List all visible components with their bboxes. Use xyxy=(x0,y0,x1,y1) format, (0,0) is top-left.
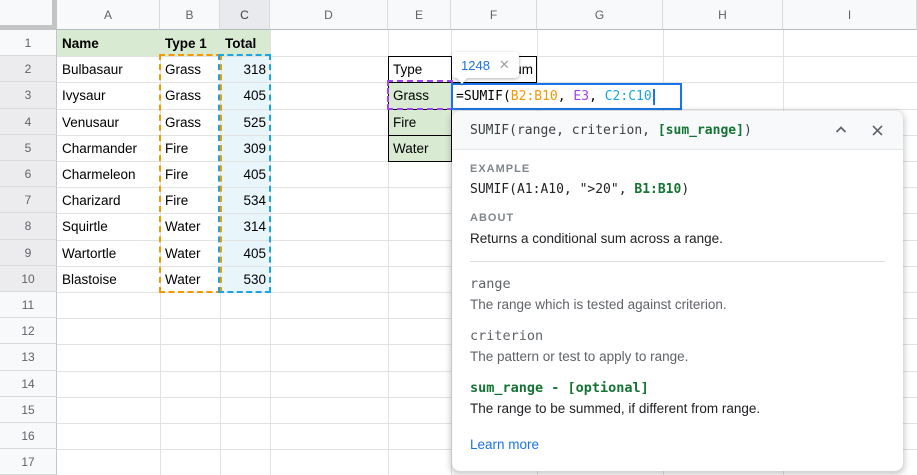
popup-body: EXAMPLE SUMIF(A1:A10, ">20", B1:B10) ABO… xyxy=(452,150,903,454)
row-header-10[interactable]: 10 xyxy=(0,266,57,292)
cell-A2[interactable]: Bulbasaur xyxy=(62,57,158,83)
cell-A10[interactable]: Blastoise xyxy=(62,267,158,293)
function-signature: SUMIF(range, criterion, [sum_range]) xyxy=(470,123,815,138)
formula-text: =SUMIF(B2:B10, E3, C2:C10 xyxy=(456,89,652,104)
function-help-popup: SUMIF(range, criterion, [sum_range]) EXA… xyxy=(452,111,903,471)
cell-A9[interactable]: Wartortle xyxy=(62,241,158,267)
cell-A3[interactable]: Ivysaur xyxy=(62,83,158,109)
param-name: sum_range - [optional] xyxy=(470,380,885,396)
cell-A1[interactable]: Name xyxy=(62,31,157,57)
formula-token: C2:C10 xyxy=(605,89,652,104)
row-header-16[interactable]: 16 xyxy=(0,423,57,449)
formula-token: E3 xyxy=(573,89,589,104)
row-header-11[interactable]: 11 xyxy=(0,292,57,318)
chip-pointer xyxy=(456,77,468,84)
range-border-C2-C10 xyxy=(218,54,271,293)
column-header-I[interactable]: I xyxy=(783,0,917,30)
about-text: Returns a conditional sum across a range… xyxy=(470,230,885,248)
param-description: The range which is tested against criter… xyxy=(470,296,885,314)
formula-result-preview: 1248 ✕ xyxy=(452,52,519,78)
cell-A6[interactable]: Charmeleon xyxy=(62,162,158,188)
row-header-4[interactable]: 4 xyxy=(0,109,57,135)
cell-A4[interactable]: Venusaur xyxy=(62,110,158,136)
column-header-A[interactable]: A xyxy=(57,0,160,30)
collapse-icon[interactable] xyxy=(831,120,851,140)
column-header-D[interactable]: D xyxy=(270,0,388,30)
close-icon[interactable] xyxy=(867,120,887,140)
formula-token: =SUMIF( xyxy=(456,89,511,104)
cell-A5[interactable]: Charmander xyxy=(62,136,158,162)
formula-token: B2:B10 xyxy=(511,89,558,104)
column-header-E[interactable]: E xyxy=(388,0,451,30)
row-header-1[interactable]: 1 xyxy=(0,30,57,56)
active-reference-E3 xyxy=(387,80,453,110)
row-header-17[interactable]: 17 xyxy=(0,449,57,475)
cell-E4[interactable]: Fire xyxy=(393,110,448,136)
param-name: range xyxy=(470,276,885,292)
text-cursor xyxy=(653,89,655,105)
example-label: EXAMPLE xyxy=(470,163,885,175)
spreadsheet-app: ABCDEFGHI1234567891011121314151617NameTy… xyxy=(0,0,917,475)
row-header-8[interactable]: 8 xyxy=(0,213,57,240)
row-header-6[interactable]: 6 xyxy=(0,161,57,187)
row-header-3[interactable]: 3 xyxy=(0,82,57,109)
cell-A7[interactable]: Charizard xyxy=(62,188,158,214)
row-header-5[interactable]: 5 xyxy=(0,135,57,161)
param-name: criterion xyxy=(470,328,885,344)
formula-input[interactable]: =SUMIF(B2:B10, E3, C2:C10 xyxy=(451,83,682,110)
example-code: SUMIF(A1:A10, ">20", B1:B10) xyxy=(470,182,885,197)
row-header-12[interactable]: 12 xyxy=(0,318,57,344)
column-header-C[interactable]: C xyxy=(220,0,270,30)
popup-header: SUMIF(range, criterion, [sum_range]) xyxy=(452,111,903,150)
row-header-2[interactable]: 2 xyxy=(0,56,57,82)
formula-result-value: 1248 xyxy=(461,58,490,73)
param-description: The pattern or test to apply to range. xyxy=(470,348,885,366)
learn-more-link[interactable]: Learn more xyxy=(470,437,539,452)
range-border-B2-B10 xyxy=(159,54,222,293)
column-header-F[interactable]: F xyxy=(451,0,537,30)
column-header-G[interactable]: G xyxy=(537,0,663,30)
cell-A8[interactable]: Squirtle xyxy=(62,214,158,240)
row-header-9[interactable]: 9 xyxy=(0,240,57,266)
select-all-corner[interactable] xyxy=(0,0,57,30)
row-header-13[interactable]: 13 xyxy=(0,344,57,371)
divider xyxy=(470,261,885,262)
column-header-B[interactable]: B xyxy=(160,0,220,30)
row-header-14[interactable]: 14 xyxy=(0,371,57,397)
about-label: ABOUT xyxy=(470,212,885,224)
formula-token: , xyxy=(558,89,574,104)
close-icon[interactable]: ✕ xyxy=(499,57,510,73)
param-description: The range to be summed, if different fro… xyxy=(470,400,885,418)
row-header-15[interactable]: 15 xyxy=(0,397,57,423)
formula-token: , xyxy=(589,89,605,104)
column-header-H[interactable]: H xyxy=(663,0,783,30)
row-header-7[interactable]: 7 xyxy=(0,187,57,213)
cell-E5[interactable]: Water xyxy=(393,136,448,162)
